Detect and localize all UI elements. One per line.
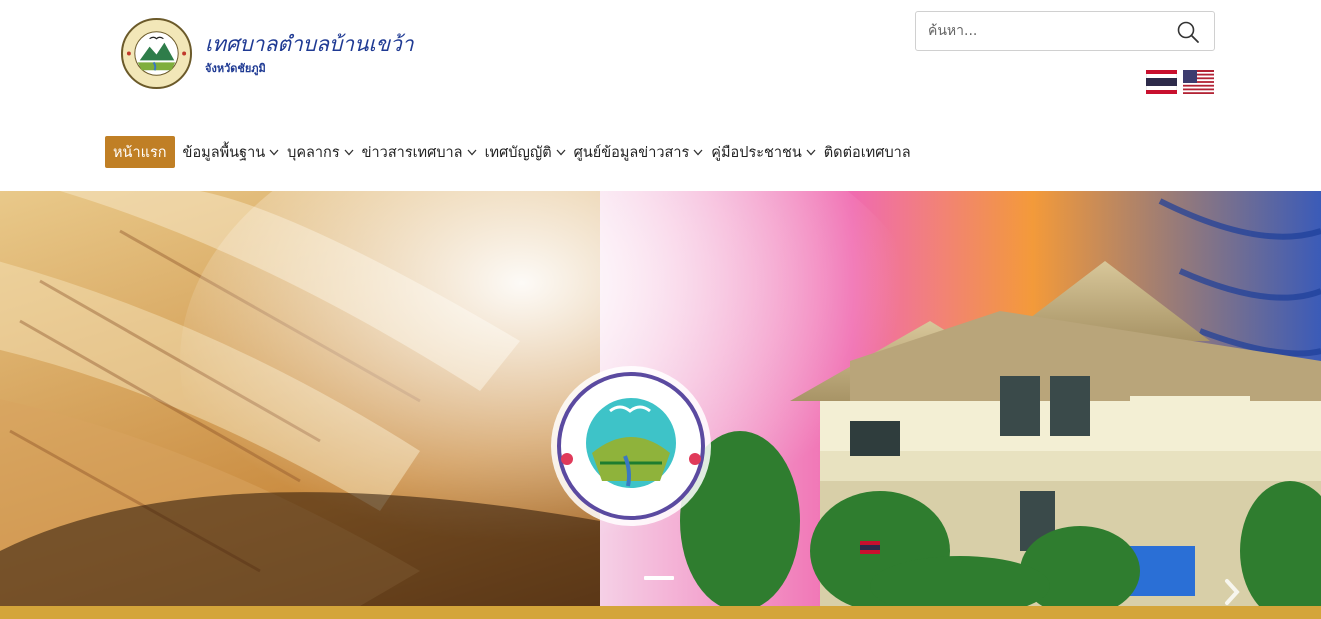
chevron-down-icon (467, 149, 477, 155)
nav-label: หน้าแรก (113, 144, 167, 161)
municipal-seal-icon (120, 17, 193, 90)
nav-label: เทศบัญญัติ (484, 144, 552, 161)
section-divider (0, 606, 1321, 619)
nav-news[interactable]: ข่าวสารเทศบาล (358, 136, 481, 168)
hero-banner (0, 191, 1321, 606)
nav-basic-info[interactable]: ข้อมูลพื้นฐาน (179, 136, 284, 168)
us-flag-icon[interactable] (1183, 70, 1214, 94)
search-icon[interactable] (1176, 20, 1200, 44)
slide-indicator[interactable] (644, 576, 674, 580)
site-logo[interactable]: เทศบาลตำบลบ้านเขว้า จังหวัดชัยภูมิ (120, 17, 414, 90)
main-nav: หน้าแรก ข้อมูลพื้นฐาน บุคลากร ข่าวสารเทศ… (105, 136, 915, 168)
next-slide-icon[interactable] (1222, 577, 1242, 606)
nav-ordinances[interactable]: เทศบัญญัติ (481, 136, 570, 168)
search-input[interactable] (928, 12, 1168, 50)
site-subtitle: จังหวัดชัยภูมิ (205, 61, 266, 75)
nav-citizen-manual[interactable]: คู่มือประชาชน (707, 136, 819, 168)
language-switcher (1146, 70, 1214, 94)
hero-image (0, 191, 1321, 606)
nav-personnel[interactable]: บุคลากร (283, 136, 358, 168)
site-title: เทศบาลตำบลบ้านเขว้า (205, 31, 414, 56)
nav-contact[interactable]: ติดต่อเทศบาล (820, 136, 915, 168)
nav-label: บุคลากร (287, 144, 340, 161)
thai-flag-icon[interactable] (1146, 70, 1177, 94)
chevron-down-icon (806, 149, 816, 155)
chevron-down-icon (269, 149, 279, 155)
chevron-down-icon (556, 149, 566, 155)
nav-info-center[interactable]: ศูนย์ข้อมูลข่าวสาร (570, 136, 708, 168)
nav-home[interactable]: หน้าแรก (105, 136, 175, 168)
chevron-down-icon (344, 149, 354, 155)
nav-label: ข้อมูลพื้นฐาน (182, 144, 266, 161)
nav-label: ติดต่อเทศบาล (823, 144, 911, 161)
nav-label: ศูนย์ข้อมูลข่าวสาร (573, 144, 690, 161)
chevron-down-icon (693, 149, 703, 155)
search-box (915, 11, 1215, 51)
nav-label: คู่มือประชาชน (711, 144, 802, 161)
nav-label: ข่าวสารเทศบาล (361, 144, 463, 161)
